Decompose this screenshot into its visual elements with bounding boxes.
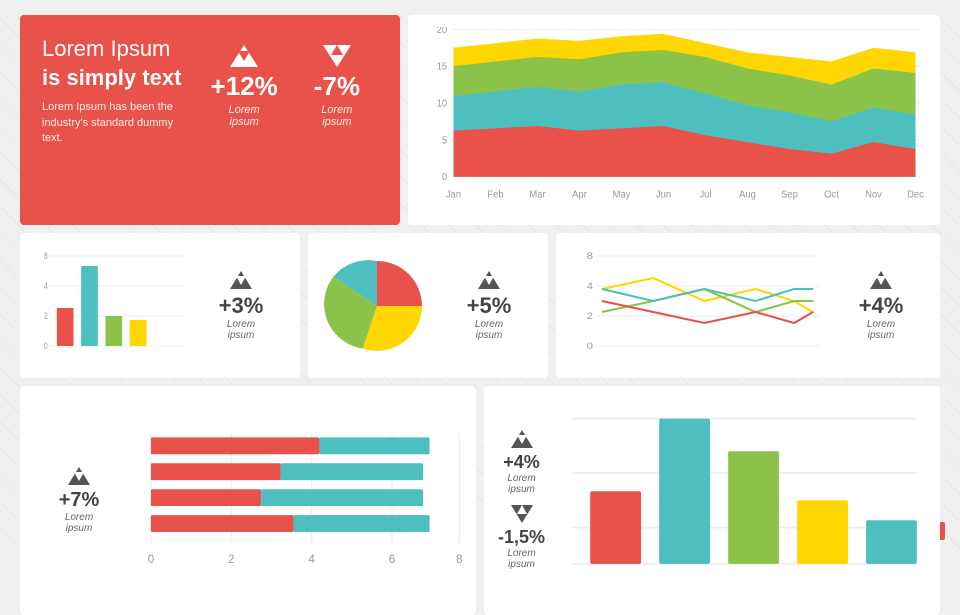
svg-text:4: 4 xyxy=(308,553,315,566)
hero-title: Lorem Ipsum is simply text xyxy=(42,35,193,92)
area-chart-svg: 0 5 10 15 20 Jan Feb Mar Apr May J xyxy=(422,27,926,217)
svg-text:2: 2 xyxy=(228,553,234,566)
pie-svg-main xyxy=(322,251,432,361)
hero-desc: Lorem Ipsum has been the industry's stan… xyxy=(42,100,193,146)
hbar-svg: 0 2 4 6 8 xyxy=(138,427,462,570)
svg-text:Nov: Nov xyxy=(865,189,882,200)
svg-text:Feb: Feb xyxy=(487,189,504,200)
svg-text:0: 0 xyxy=(587,342,594,352)
pie-chart-card: +5% Loremipsum xyxy=(308,233,548,378)
hero-stat2: -7% Loremipsum xyxy=(296,35,378,185)
dashboard-page: Lorem Ipsum is simply text Lorem Ipsum h… xyxy=(20,15,940,525)
svg-text:10: 10 xyxy=(437,98,448,109)
hbar-stat-label: Loremipsum xyxy=(65,512,93,534)
svg-text:5: 5 xyxy=(442,135,448,146)
br-stat2-value: -1,5% xyxy=(498,527,545,547)
line-chart-svg: 0 2 4 8 xyxy=(570,246,826,366)
pie-main xyxy=(322,251,432,361)
br-stat1-value: +4% xyxy=(503,452,540,472)
line-stat-area: +4% Loremipsum xyxy=(836,271,926,341)
hbar-stat-area: +7% Loremipsum xyxy=(34,467,124,534)
svg-text:Sep: Sep xyxy=(781,189,798,200)
arrow-down-icon xyxy=(323,45,351,67)
svg-text:Jun: Jun xyxy=(656,189,671,200)
arrow-down-icon xyxy=(511,505,533,523)
hero-card: Lorem Ipsum is simply text Lorem Ipsum h… xyxy=(20,15,400,225)
hero-stat1-value: +12% xyxy=(211,71,278,102)
pie-stat-value: +5% xyxy=(467,293,512,319)
bar-stat-label: Loremipsum xyxy=(227,319,255,341)
svg-text:8: 8 xyxy=(44,251,48,261)
svg-text:Dec: Dec xyxy=(907,189,924,200)
hbar-stat-value: +7% xyxy=(59,489,100,512)
bar-chart-card: 0 2 4 8 +3% Loremipsum xyxy=(20,233,300,378)
arrow-up-icon xyxy=(870,271,892,289)
bottom-right-stats: +4% Loremipsum -1,5% Loremipsum xyxy=(498,430,545,570)
br-stat1-label: Loremipsum xyxy=(498,473,545,495)
br-stat2-label: Loremipsum xyxy=(498,548,545,570)
br-bar-svg xyxy=(563,398,926,603)
br-bar-chart xyxy=(563,398,926,603)
svg-text:2: 2 xyxy=(587,312,594,322)
pie-stat-label: Loremipsum xyxy=(475,319,503,341)
svg-text:Oct: Oct xyxy=(824,189,839,200)
line-chart-card: 0 2 4 8 +4% Loremipsum xyxy=(556,233,940,378)
svg-text:8: 8 xyxy=(456,553,462,566)
svg-text:Jul: Jul xyxy=(699,189,711,200)
line-stat-label: Loremipsum xyxy=(867,319,895,341)
svg-text:4: 4 xyxy=(587,282,594,292)
bottom-right-stat1: +4% Loremipsum xyxy=(498,430,545,495)
svg-text:Mar: Mar xyxy=(529,189,546,200)
bar-stat-area: +3% Loremipsum xyxy=(196,271,286,341)
hero-stat1: +12% Loremipsum xyxy=(193,35,296,185)
bar-stat-value: +3% xyxy=(219,293,264,319)
svg-text:0: 0 xyxy=(442,172,448,183)
svg-text:Jan: Jan xyxy=(446,189,461,200)
arrow-up-icon xyxy=(230,271,252,289)
svg-text:2: 2 xyxy=(44,311,48,321)
row2: 0 2 4 8 +3% Loremipsum xyxy=(20,233,940,378)
hero-stat1-label: Loremipsum xyxy=(211,104,278,128)
hbar-chart-area: 0 2 4 6 8 xyxy=(138,427,462,575)
row1: Lorem Ipsum is simply text Lorem Ipsum h… xyxy=(20,15,940,225)
arrow-up-icon xyxy=(511,430,533,448)
line-stat-value: +4% xyxy=(859,293,904,319)
svg-text:0: 0 xyxy=(148,553,155,566)
svg-text:8: 8 xyxy=(587,252,594,262)
svg-text:4: 4 xyxy=(44,281,48,291)
svg-text:20: 20 xyxy=(437,27,448,36)
pie-stat-area: +5% Loremipsum xyxy=(444,271,534,341)
svg-text:15: 15 xyxy=(437,61,448,72)
arrow-up-icon xyxy=(68,467,90,485)
bottom-right-stat2: -1,5% Loremipsum xyxy=(498,505,545,570)
svg-text:0: 0 xyxy=(44,341,48,351)
hbar-card: +7% Loremipsum xyxy=(20,386,476,615)
arrow-up-icon xyxy=(230,45,258,67)
svg-text:Apr: Apr xyxy=(572,189,587,200)
bottom-right-card: +4% Loremipsum -1,5% Loremipsum xyxy=(484,386,940,615)
hero-stat2-label: Loremipsum xyxy=(314,104,360,128)
area-chart-card: 0 5 10 15 20 Jan Feb Mar Apr May J xyxy=(408,15,940,225)
bar-chart-svg: 0 2 4 8 xyxy=(34,246,186,366)
svg-text:Aug: Aug xyxy=(739,189,756,200)
arrow-up-icon xyxy=(478,271,500,289)
svg-text:May: May xyxy=(613,189,631,200)
hero-stat2-value: -7% xyxy=(314,71,360,102)
svg-text:6: 6 xyxy=(389,553,395,566)
row3: +7% Loremipsum xyxy=(20,386,940,521)
